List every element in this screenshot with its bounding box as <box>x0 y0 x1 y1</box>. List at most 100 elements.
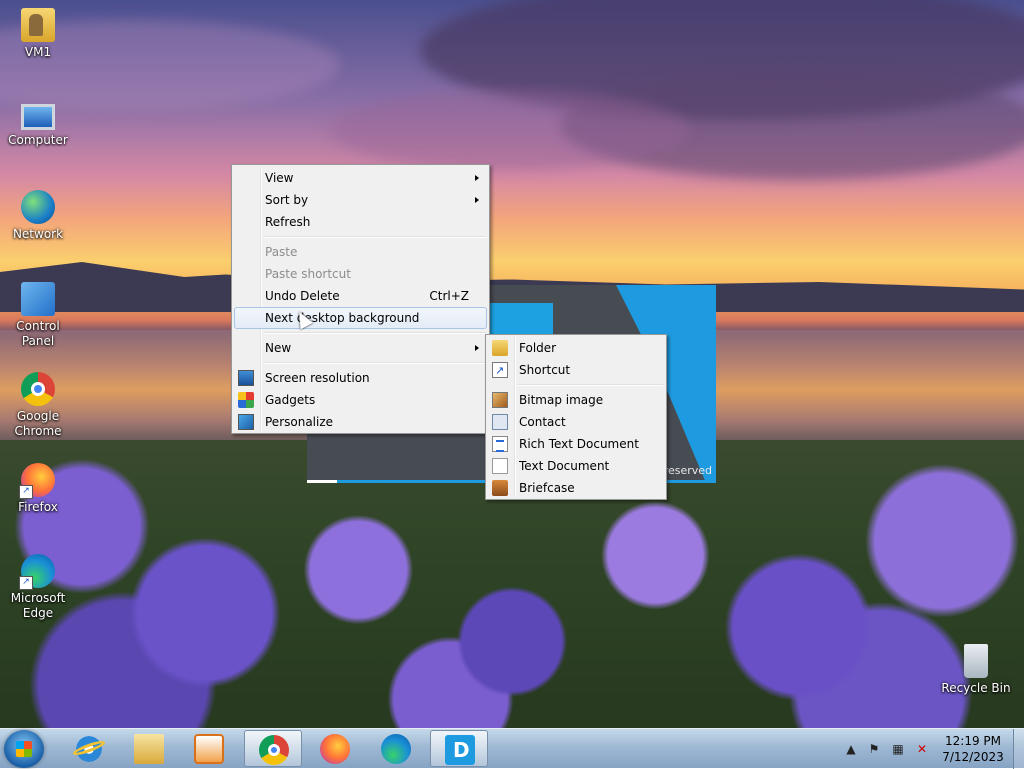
edge-icon <box>381 734 411 764</box>
menu-item-label: Briefcase <box>519 481 575 495</box>
desktop-icon-computer[interactable]: Computer <box>0 100 76 148</box>
start-button[interactable] <box>4 730 44 768</box>
taskbar-app[interactable] <box>430 730 488 767</box>
desktop-icon-label: Recycle Bin <box>941 681 1011 695</box>
menu-item-label: Gadgets <box>265 393 316 407</box>
bitmap-image-icon <box>492 392 508 408</box>
submenu-arrow-icon <box>475 175 479 181</box>
media-player-icon <box>194 734 224 764</box>
taskbar-file-explorer[interactable] <box>120 730 178 767</box>
menu-item-gadgets[interactable]: Gadgets <box>234 389 487 411</box>
desktop-icon-google-chrome[interactable]: Google Chrome <box>0 372 76 439</box>
menu-item-label: Rich Text Document <box>519 437 639 451</box>
desktop-icon-label: VM1 <box>24 45 52 59</box>
volume-muted-icon[interactable]: ✕ <box>914 741 930 757</box>
rich-text-document-icon <box>492 436 508 452</box>
menu-item-label: Text Document <box>519 459 610 473</box>
menu-item-label: Paste shortcut <box>265 267 351 281</box>
menu-item-view[interactable]: View <box>234 167 487 189</box>
file-explorer-icon <box>134 734 164 764</box>
menu-separator <box>518 384 663 386</box>
desktop-icon-label: Network <box>12 227 64 241</box>
desktop-icon-firefox[interactable]: ↗ Firefox <box>0 463 76 515</box>
user-folder-icon <box>21 8 55 42</box>
desktop-icon-label: Microsoft Edge <box>10 591 66 620</box>
desktop-icon-control-panel[interactable]: Control Panel <box>0 282 76 349</box>
desktop-icon-label: Computer <box>8 133 68 147</box>
submenu-item-bitmap-image[interactable]: Bitmap image <box>488 389 664 411</box>
network-icon <box>21 190 55 224</box>
menu-item-paste: Paste <box>234 241 487 263</box>
menu-item-undo-delete[interactable]: Undo Delete Ctrl+Z <box>234 285 487 307</box>
screen-resolution-icon <box>238 370 254 386</box>
chrome-icon <box>259 735 289 765</box>
control-panel-icon <box>21 282 55 316</box>
clock-time: 12:19 PM <box>945 734 1001 748</box>
menu-item-label: Shortcut <box>519 363 571 377</box>
network-status-icon[interactable]: ▦ <box>890 741 906 757</box>
desktop-context-menu: View Sort by Refresh Paste Paste shortcu… <box>231 164 490 434</box>
action-center-flag-icon[interactable]: ⚑ <box>866 741 882 757</box>
submenu-item-contact[interactable]: Contact <box>488 411 664 433</box>
desktop-icon-network[interactable]: Network <box>0 190 76 242</box>
edge-icon: ↗ <box>19 554 55 590</box>
submenu-arrow-icon <box>475 197 479 203</box>
gadgets-icon <box>238 392 254 408</box>
menu-item-next-desktop-background[interactable]: Next desktop background <box>234 307 487 329</box>
menu-item-paste-shortcut: Paste shortcut <box>234 263 487 285</box>
desktop-icon-recycle-bin[interactable]: Recycle Bin <box>938 644 1014 696</box>
menu-item-label: Personalize <box>265 415 334 429</box>
wallpaper-cloud <box>330 90 690 170</box>
submenu-item-shortcut[interactable]: Shortcut <box>488 359 664 382</box>
menu-item-screen-resolution[interactable]: Screen resolution <box>234 367 487 389</box>
menu-item-personalize[interactable]: Personalize <box>234 411 487 433</box>
internet-explorer-icon <box>74 734 104 764</box>
menu-item-label: Next desktop background <box>265 311 420 325</box>
firefox-icon: ↗ <box>19 463 55 499</box>
submenu-item-text-document[interactable]: Text Document <box>488 455 664 477</box>
clock-date: 7/12/2023 <box>942 750 1004 764</box>
menu-separator <box>264 236 486 238</box>
taskbar-internet-explorer[interactable] <box>60 730 118 767</box>
menu-item-label: View <box>265 171 294 185</box>
personalize-icon <box>238 414 254 430</box>
show-hidden-icons-button[interactable]: ▲ <box>843 741 859 757</box>
menu-item-refresh[interactable]: Refresh <box>234 211 487 233</box>
menu-item-label: Bitmap image <box>519 393 604 407</box>
shortcut-arrow-icon: ↗ <box>19 576 33 590</box>
desktop-icon-label: Firefox <box>18 500 58 514</box>
recycle-bin-icon <box>964 644 988 678</box>
submenu-item-rich-text-document[interactable]: Rich Text Document <box>488 433 664 455</box>
submenu-item-folder[interactable]: Folder <box>488 337 664 359</box>
computer-icon <box>21 104 55 130</box>
menu-item-label: New <box>265 341 292 355</box>
taskbar-firefox[interactable] <box>306 730 364 767</box>
taskbar-clock[interactable]: 12:19 PM 7/12/2023 <box>936 733 1010 765</box>
folder-icon <box>492 340 508 356</box>
app-progress-mark <box>307 480 337 483</box>
submenu-arrow-icon <box>475 345 479 351</box>
menu-item-new[interactable]: New <box>234 337 487 359</box>
text-document-icon <box>492 458 508 474</box>
shortcut-arrow-icon: ↗ <box>19 485 33 499</box>
submenu-item-briefcase[interactable]: Briefcase <box>488 477 664 499</box>
menu-item-label: Sort by <box>265 193 309 207</box>
app-icon <box>445 735 475 765</box>
menu-item-label: Paste <box>265 245 298 259</box>
chrome-icon <box>21 372 55 406</box>
menu-item-label: Undo Delete <box>265 289 340 303</box>
firefox-icon <box>320 734 350 764</box>
menu-item-label: Contact <box>519 415 566 429</box>
taskbar-google-chrome[interactable] <box>244 730 302 767</box>
show-desktop-button[interactable] <box>1013 729 1024 769</box>
desktop-icon-microsoft-edge[interactable]: ↗ Microsoft Edge <box>0 554 76 621</box>
menu-item-label: Screen resolution <box>265 371 370 385</box>
menu-item-sort-by[interactable]: Sort by <box>234 189 487 211</box>
desktop-icon-label: Control Panel <box>16 319 60 348</box>
menu-separator <box>264 332 486 334</box>
taskbar-microsoft-edge[interactable] <box>367 730 425 767</box>
menu-item-label: Folder <box>519 341 557 355</box>
taskbar-media-player[interactable] <box>180 730 238 767</box>
keyboard-shortcut: Ctrl+Z <box>429 289 469 303</box>
desktop-icon-vm1[interactable]: VM1 <box>0 8 76 60</box>
